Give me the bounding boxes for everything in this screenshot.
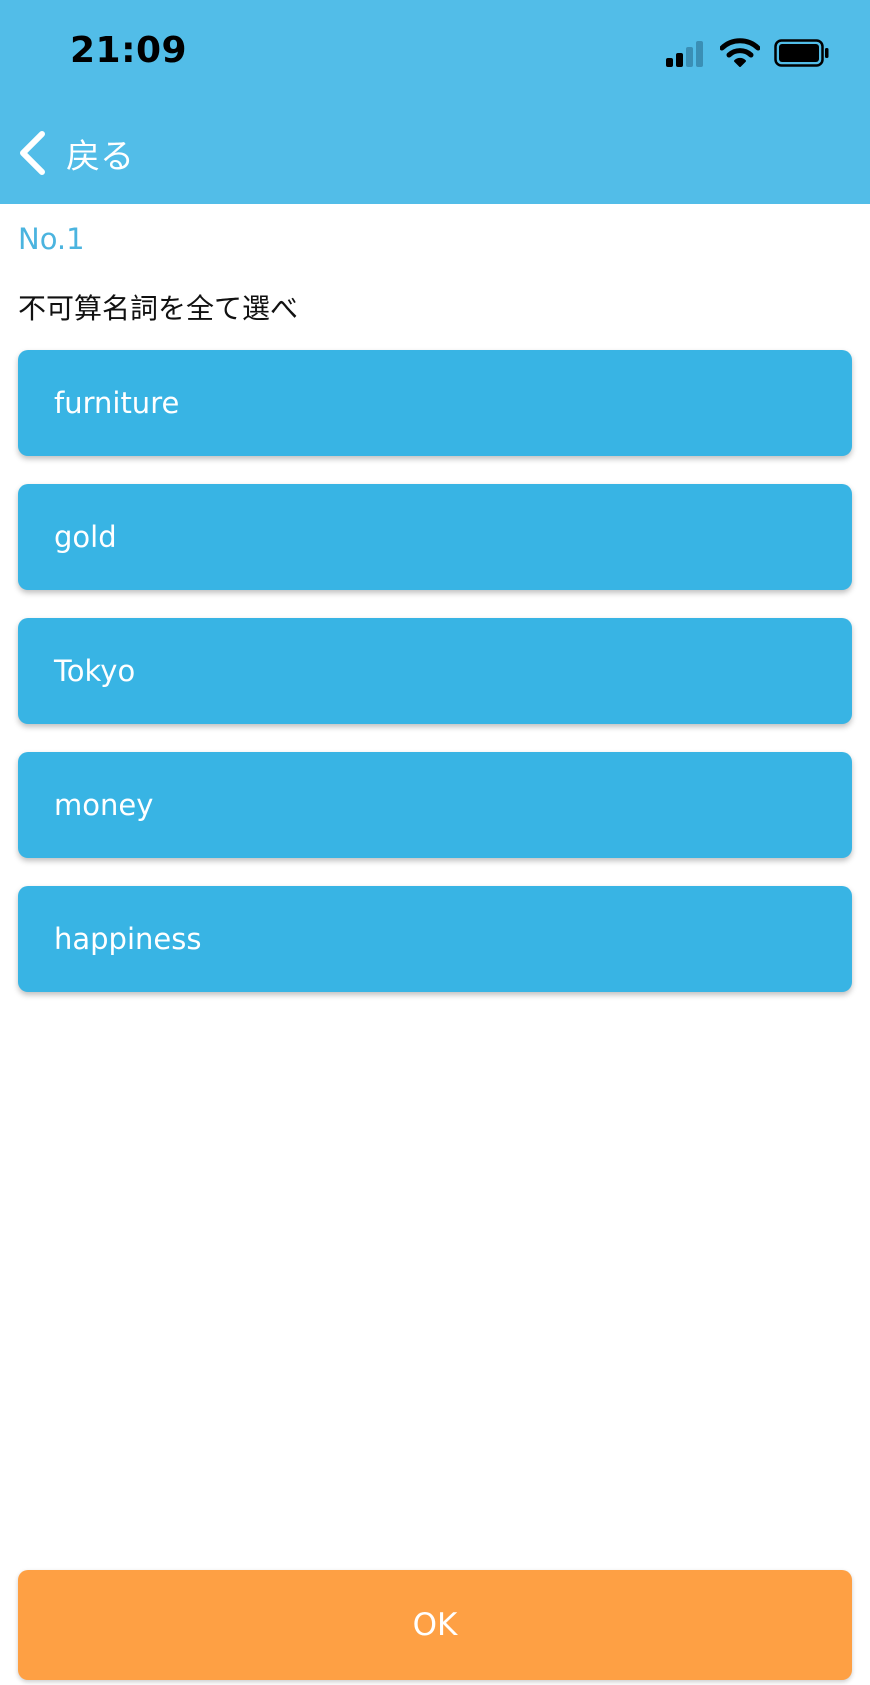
navigation-header: 21:09 戻る <box>0 0 870 204</box>
question-number: No.1 <box>18 222 85 256</box>
choice-label: gold <box>54 520 117 554</box>
choice-label: happiness <box>54 922 202 956</box>
choice-label: furniture <box>54 386 180 420</box>
choice-label: Tokyo <box>54 654 136 688</box>
chevron-left-icon <box>20 131 45 175</box>
status-icons <box>666 38 830 68</box>
choice-label: money <box>54 788 154 822</box>
choice-button-happiness[interactable]: happiness <box>18 886 852 992</box>
choice-button-furniture[interactable]: furniture <box>18 350 852 456</box>
choice-button-gold[interactable]: gold <box>18 484 852 590</box>
back-button-label: 戻る <box>66 136 134 177</box>
ok-button[interactable]: OK <box>18 1570 852 1680</box>
back-button[interactable]: 戻る <box>16 128 134 178</box>
ok-button-label: OK <box>412 1607 458 1643</box>
choice-list: furniture gold Tokyo money happiness <box>18 350 852 1020</box>
battery-icon <box>774 38 830 68</box>
choice-button-money[interactable]: money <box>18 752 852 858</box>
wifi-icon <box>720 38 760 68</box>
status-time: 21:09 <box>70 30 188 71</box>
cellular-signal-icon <box>666 39 706 67</box>
choice-button-tokyo[interactable]: Tokyo <box>18 618 852 724</box>
question-text: 不可算名詞を全て選べ <box>18 292 299 325</box>
